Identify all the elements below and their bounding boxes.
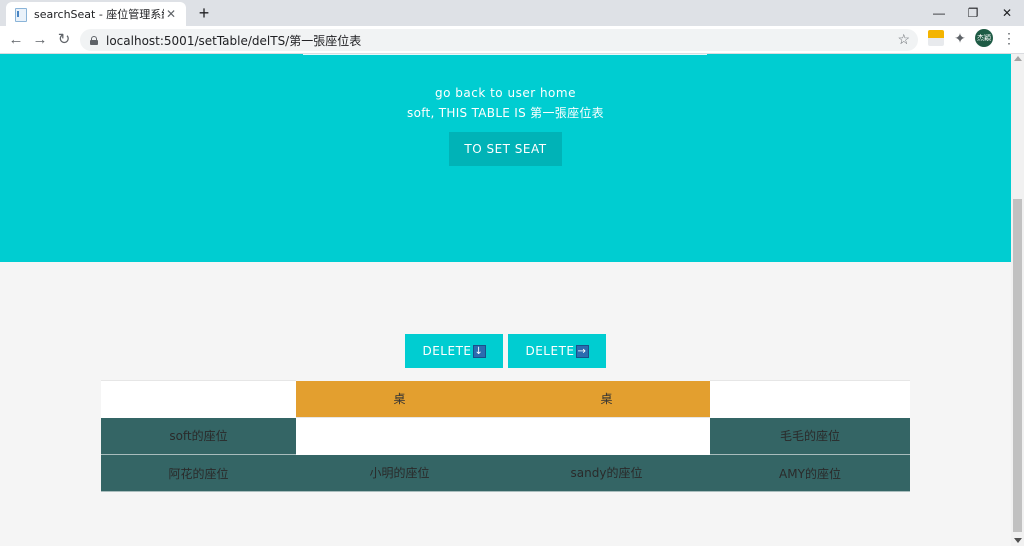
scrollbar-thumb[interactable] [1013,199,1022,532]
delete-row-label: DELETE [422,344,472,358]
delete-column-label: DELETE [525,344,575,358]
page-favicon-icon [14,8,27,22]
hero-divider [303,54,707,55]
profile-avatar[interactable]: 杰穎 [975,29,993,47]
empty-cell[interactable] [710,380,910,418]
address-bar[interactable]: localhost:5001/setTable/delTS/第一張座位表 ☆ [80,29,918,51]
browser-toolbar: ← → ↻ localhost:5001/setTable/delTS/第一張座… [0,26,1024,54]
extensions-puzzle-icon[interactable]: ✦ [952,30,968,46]
empty-cell[interactable] [503,417,710,455]
seat-cell[interactable]: 小明的座位 [296,454,503,492]
url-text[interactable]: localhost:5001/setTable/delTS/第一張座位表 [106,32,361,49]
seat-table-row: soft的座位 毛毛的座位 [101,417,910,455]
browser-tab[interactable]: searchSeat - 座位管理系統 ✕ [6,2,186,26]
user-home-link[interactable]: go back to user home [0,86,1011,100]
lock-icon[interactable] [90,35,98,45]
scroll-down-icon[interactable] [1014,538,1022,543]
scroll-up-icon[interactable] [1014,56,1022,61]
back-icon[interactable]: ← [6,30,26,50]
delete-row-button[interactable]: DELETE ↓ [405,334,503,368]
vertical-scrollbar[interactable] [1011,54,1024,546]
tab-strip: searchSeat - 座位管理系統 ✕ + — ❐ ✕ [0,0,1024,26]
window-close-icon[interactable]: ✕ [990,0,1024,26]
forward-icon[interactable]: → [30,30,50,50]
translate-extension-icon[interactable] [928,30,944,46]
tab-title: searchSeat - 座位管理系統 [34,8,164,21]
to-set-seat-button[interactable]: TO SET SEAT [449,132,562,166]
seat-cell[interactable]: 毛毛的座位 [710,417,910,455]
delete-column-button[interactable]: DELETE → [508,334,606,368]
reload-icon[interactable]: ↻ [54,30,74,50]
empty-cell[interactable] [296,417,503,455]
seat-cell[interactable]: AMY的座位 [710,454,910,492]
seat-cell[interactable]: soft的座位 [101,417,296,455]
empty-cell[interactable] [101,380,296,418]
page-viewport: go back to user home soft, THIS TABLE IS… [0,54,1011,546]
restore-icon[interactable]: ❐ [956,0,990,26]
table-owner-text: soft, THIS TABLE IS 第一張座位表 [407,106,604,120]
hero-banner: go back to user home soft, THIS TABLE IS… [0,54,1011,262]
seat-table: 桌桌 soft的座位 毛毛的座位 阿花的座位 小明的座位 sandy的座位 AMY的座位 [101,380,910,492]
minimize-icon[interactable]: — [922,0,956,26]
new-tab-button[interactable]: + [194,3,214,23]
seat-table-row: 阿花的座位 小明的座位 sandy的座位 AMY的座位 [101,454,910,492]
desk-cell[interactable]: 桌 [503,380,710,418]
seat-table-row: 桌桌 [101,380,910,418]
bookmark-star-icon[interactable]: ☆ [897,31,910,48]
tab-close-icon[interactable]: ✕ [164,7,178,21]
seat-cell[interactable]: 阿花的座位 [101,454,296,492]
desk-cell[interactable]: 桌 [296,380,503,418]
browser-menu-icon[interactable]: ⋮ [1002,30,1016,47]
arrow-right-icon: → [575,344,589,358]
seat-cell[interactable]: sandy的座位 [503,454,710,492]
arrow-down-icon: ↓ [472,344,486,358]
